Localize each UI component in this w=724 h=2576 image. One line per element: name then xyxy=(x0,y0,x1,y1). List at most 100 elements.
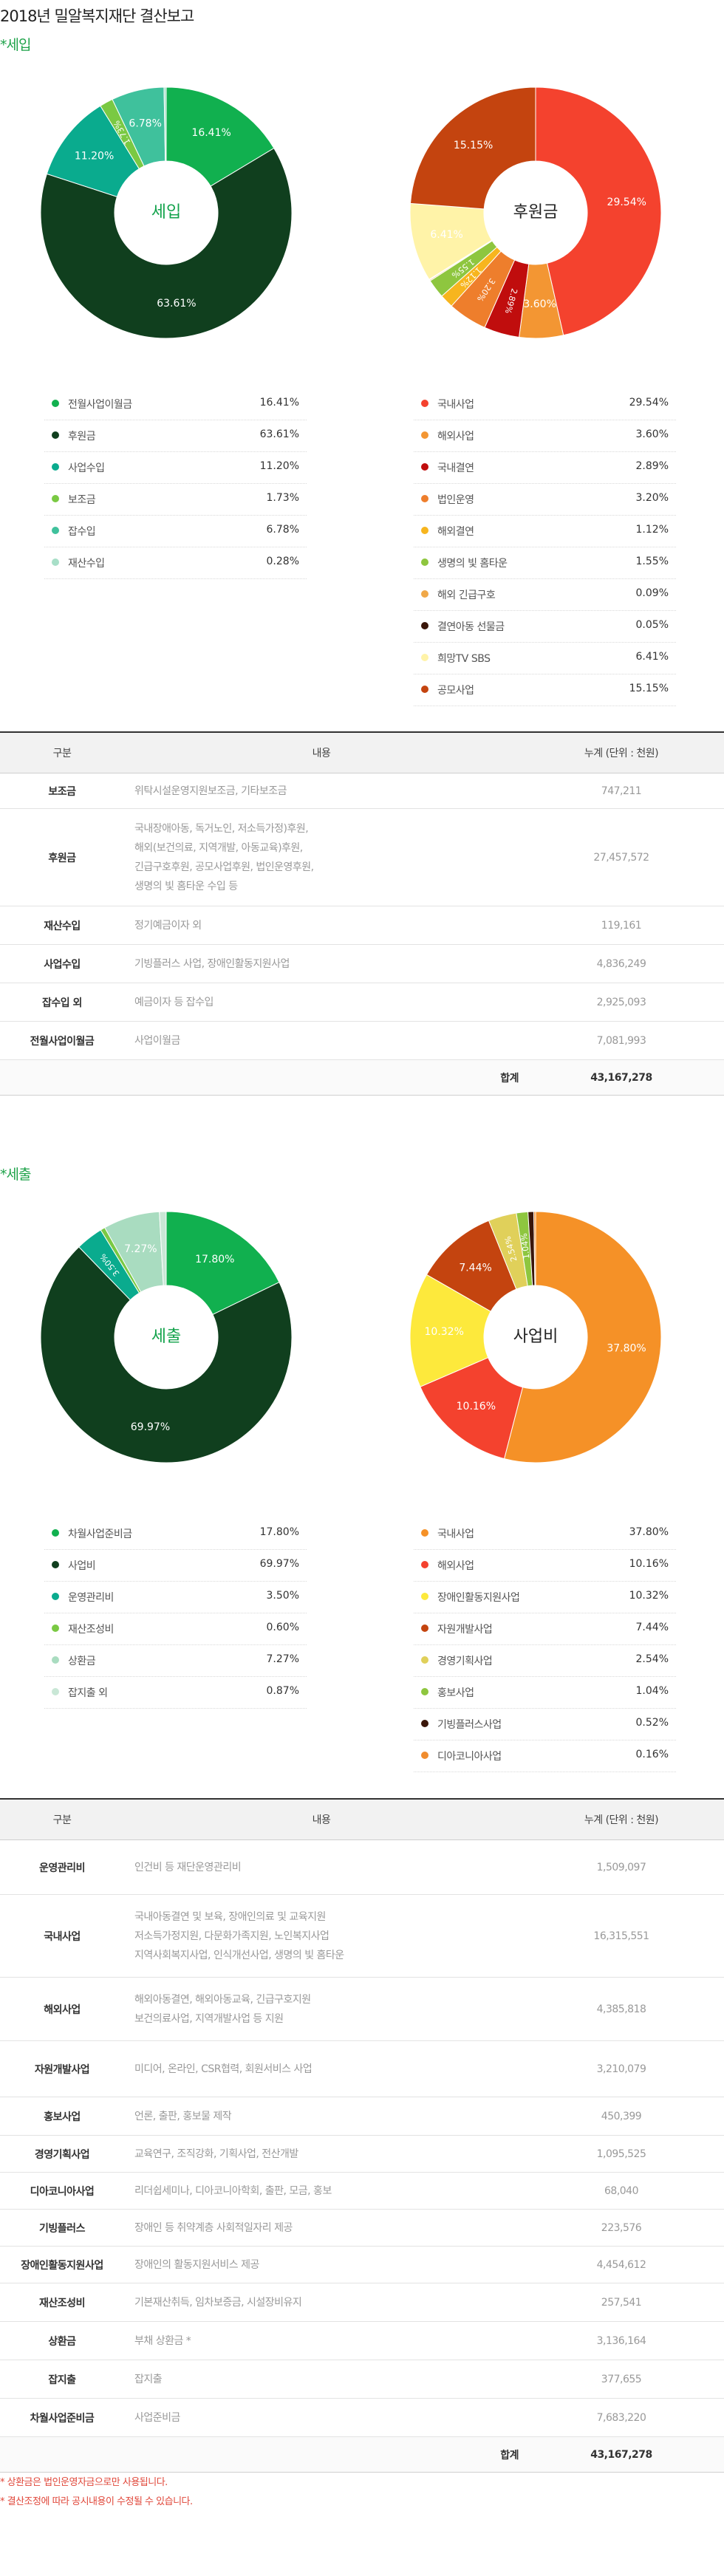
legend-value: 7.27% xyxy=(266,1653,299,1665)
report-page: 2018년 밀알복지재단 결산보고 *세입 16.41% 63.61% 11.20%… xyxy=(0,0,724,2576)
legend-dot-icon xyxy=(52,1688,59,1695)
expense-section-label: *세출 xyxy=(0,1166,31,1183)
legend-dot-icon xyxy=(421,622,428,629)
slice-label: 3.60% xyxy=(523,298,556,310)
legend-dot-icon xyxy=(421,1688,428,1695)
slice-label: 37.80% xyxy=(607,1343,646,1355)
legend-label: 결연아동 선물금 xyxy=(437,621,505,633)
row-category: 잡지출 xyxy=(0,2360,124,2399)
row-description: 정기예금이자 외 xyxy=(124,906,519,945)
expense-donut-chart: 17.80% 69.97% 3.50% 7.27% 세출 xyxy=(40,1211,293,1463)
expense-header-category: 구분 xyxy=(0,1798,124,1840)
income-section-label: *세입 xyxy=(0,37,31,53)
total-amount: 43,167,278 xyxy=(519,2436,724,2473)
legend-label: 생명의 빛 홈타운 xyxy=(437,558,508,570)
legend-value: 17.80% xyxy=(259,1526,299,1538)
legend-item: 보조금 1.73% xyxy=(44,484,307,516)
row-category: 자원개발사업 xyxy=(0,2040,124,2097)
legend-item: 차월사업준비금 17.80% xyxy=(44,1518,307,1550)
legend-dot-icon xyxy=(421,1561,428,1568)
income-table: 구분 내용 누계 (단위 : 천원) 보조금 위탁시설운영지원보조금, 기타보조… xyxy=(0,731,724,1096)
table-row: 경영기획사업 교육연구, 조직강화, 기획사업, 전산개발 1,095,525 xyxy=(0,2135,724,2173)
row-description: 국내아동결연 및 보육, 장애인의료 및 교육지원 저소득가정지원, 다문화가족… xyxy=(124,1894,519,1978)
row-description: 국내장애아동, 독거노인, 저소득가정)후원, 해외(보건의료, 지역개발, 아… xyxy=(124,808,519,906)
legend-dot-icon xyxy=(52,431,59,439)
legend-item: 공모사업 15.15% xyxy=(414,674,676,706)
row-description: 잡지출 xyxy=(124,2360,519,2399)
row-amount: 4,836,249 xyxy=(519,944,724,983)
row-amount: 16,315,551 xyxy=(519,1894,724,1978)
legend-dot-icon xyxy=(421,1624,428,1632)
row-amount: 7,081,993 xyxy=(519,1021,724,1060)
table-row: 해외사업 해외아동결연, 해외아동교육, 긴급구호지원 보건의료사업, 지역개발… xyxy=(0,1977,724,2041)
row-amount: 119,161 xyxy=(519,906,724,945)
legend-label: 해외 긴급구호 xyxy=(437,590,496,601)
row-category: 운영관리비 xyxy=(0,1839,124,1895)
table-row: 상환금 부채 상환금 * 3,136,164 xyxy=(0,2321,724,2360)
legend-value: 1.73% xyxy=(266,492,299,504)
legend-item: 희망TV SBS 6.41% xyxy=(414,643,676,674)
legend-item: 상환금 7.27% xyxy=(44,1645,307,1677)
income-total-row: 합계 43,167,278 xyxy=(0,1059,724,1096)
legend-item: 경영기획사업 2.54% xyxy=(414,1645,676,1677)
legend-dot-icon xyxy=(52,1624,59,1632)
expense-header-content: 내용 xyxy=(124,1798,519,1840)
donut-svg: 37.80%10.16%10.32%7.44%2.54% 1.04%사업비 xyxy=(409,1211,662,1463)
table-row: 잡지출 잡지출 377,655 xyxy=(0,2360,724,2399)
total-amount: 43,167,278 xyxy=(519,1059,724,1096)
row-amount: 747,211 xyxy=(519,773,724,809)
expense-header-amount: 누계 (단위 : 천원) xyxy=(519,1798,724,1840)
legend-label: 기빙플러스사업 xyxy=(437,1719,502,1731)
legend-value: 2.54% xyxy=(635,1653,669,1665)
slice-label: 29.54% xyxy=(607,197,646,208)
legend-item: 장애인활동지원사업 10.32% xyxy=(414,1582,676,1613)
legend-label: 국내사업 xyxy=(437,1528,474,1540)
table-row: 기빙플러스 장애인 등 취약계층 사회적일자리 제공 223,576 xyxy=(0,2209,724,2247)
legend-value: 15.15% xyxy=(629,683,669,694)
legend-value: 1.55% xyxy=(635,556,669,567)
row-amount: 2,925,093 xyxy=(519,983,724,1022)
legend-label: 잡수입 xyxy=(68,526,96,538)
row-description: 부채 상환금 * xyxy=(124,2321,519,2360)
project-cost-donut-chart: 37.80% 10.16% 10.32% 7.44% 2.54% 1.04% 사업비 xyxy=(409,1211,662,1463)
row-category: 재산조성비 xyxy=(0,2283,124,2322)
legend-dot-icon xyxy=(52,1529,59,1537)
legend-value: 29.54% xyxy=(629,397,669,409)
legend-label: 국내결연 xyxy=(437,462,474,474)
slice-label: 7.44% xyxy=(459,1262,491,1274)
row-category: 사업수입 xyxy=(0,944,124,983)
income-legend: 전월사업이월금 16.41% 후원금 63.61% 사업수입 11.20% 보조금 1.73%… xyxy=(44,389,307,579)
legend-label: 잡지출 외 xyxy=(68,1687,108,1699)
legend-label: 홍보사업 xyxy=(437,1687,474,1699)
row-amount: 257,541 xyxy=(519,2283,724,2322)
legend-value: 0.16% xyxy=(635,1749,669,1760)
legend-value: 1.12% xyxy=(635,524,669,536)
legend-dot-icon xyxy=(421,1752,428,1759)
row-description: 위탁시설운영지원보조금, 기타보조금 xyxy=(124,773,519,809)
legend-dot-icon xyxy=(421,1656,428,1664)
slice-label: 63.61% xyxy=(157,298,196,310)
row-amount: 377,655 xyxy=(519,2360,724,2399)
slice-label: 11.20% xyxy=(75,150,114,162)
legend-dot-icon xyxy=(421,1593,428,1600)
row-description: 사업이월금 xyxy=(124,1021,519,1060)
row-description: 장애인 등 취약계층 사회적일자리 제공 xyxy=(124,2209,519,2247)
legend-dot-icon xyxy=(52,527,59,534)
table-row: 차월사업준비금 사업준비금 7,683,220 xyxy=(0,2398,724,2437)
slice-label: 10.32% xyxy=(425,1326,464,1338)
legend-label: 차월사업준비금 xyxy=(68,1528,132,1540)
row-category: 장애인활동지원사업 xyxy=(0,2246,124,2283)
legend-item: 결연아동 선물금 0.05% xyxy=(414,611,676,643)
legend-label: 보조금 xyxy=(68,494,96,506)
income-header-category: 구분 xyxy=(0,731,124,773)
row-description: 인건비 등 재단운영관리비 xyxy=(124,1839,519,1895)
footnotes: * 상환금은 법인운영자금으로만 사용됩니다. * 결산조정에 따라 공시내용이… xyxy=(0,2473,193,2512)
legend-label: 재산수입 xyxy=(68,558,105,570)
row-amount: 7,683,220 xyxy=(519,2398,724,2437)
income-donut-chart: 16.41% 63.61% 11.20% 1.73% 6.78% 세입 xyxy=(40,86,293,339)
legend-item: 법인운영 3.20% xyxy=(414,484,676,516)
income-header-amount: 누계 (단위 : 천원) xyxy=(519,731,724,773)
legend-value: 3.20% xyxy=(635,492,669,504)
legend-value: 10.16% xyxy=(629,1558,669,1570)
income-header-content: 내용 xyxy=(124,731,519,773)
